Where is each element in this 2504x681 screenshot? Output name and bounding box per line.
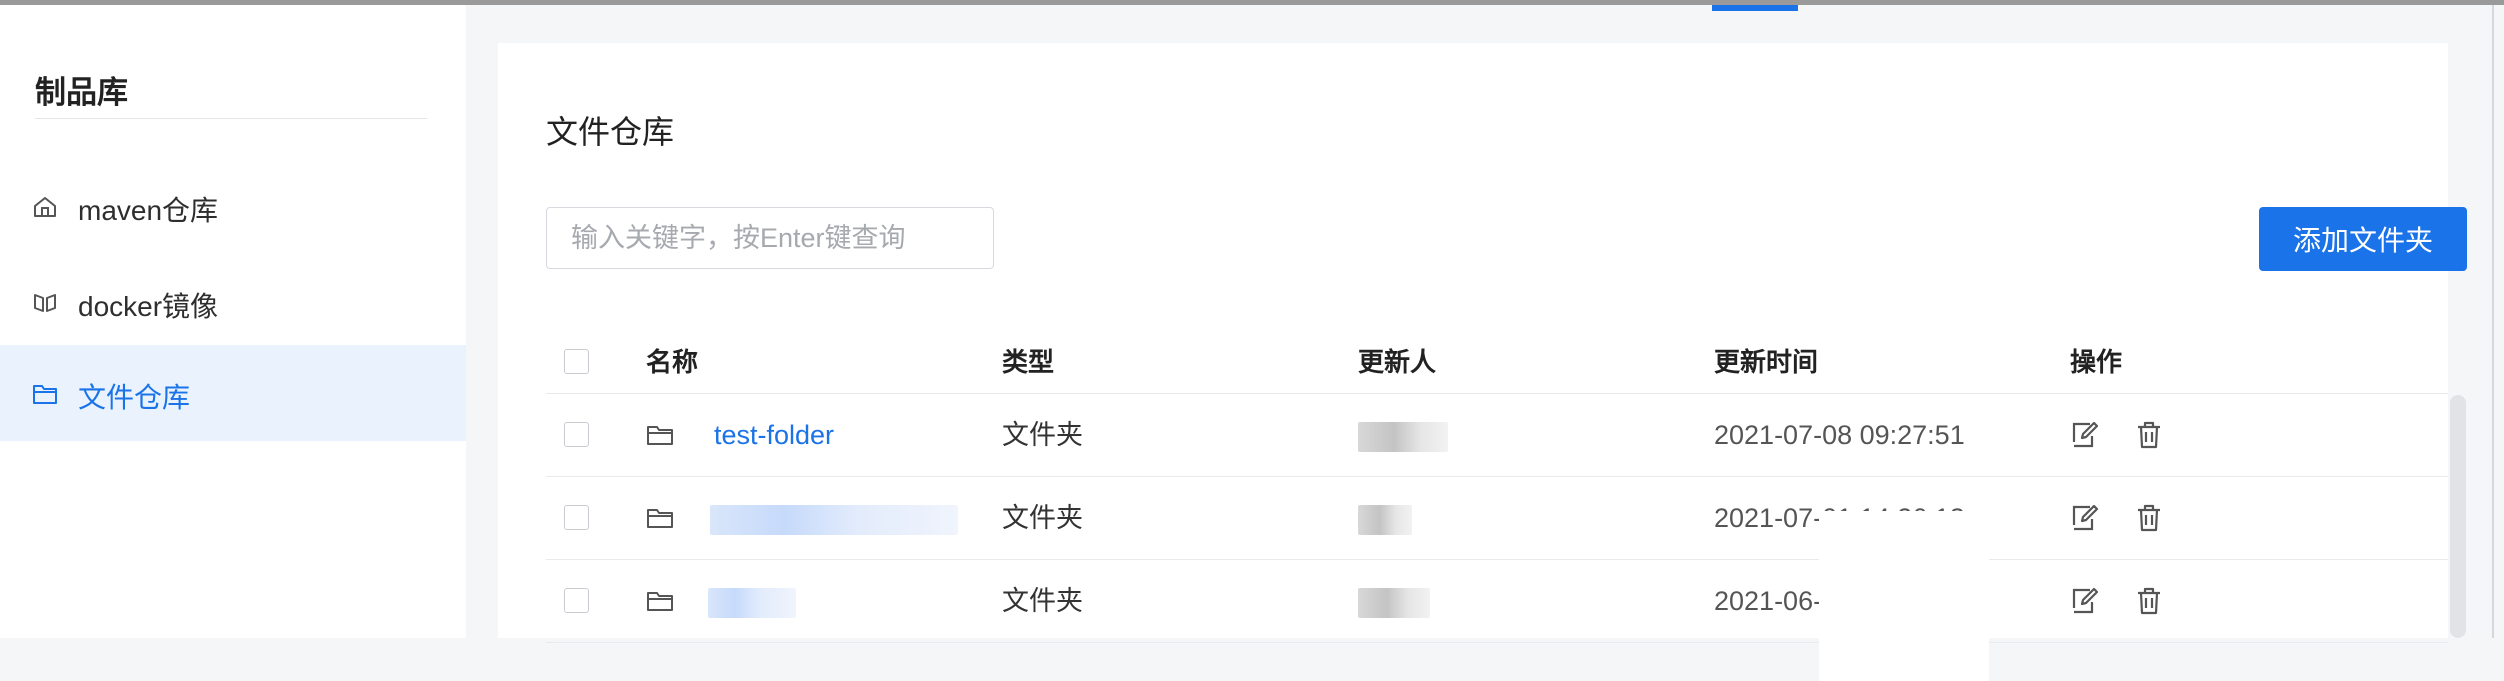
sidebar-item-label: docker镜像 (78, 291, 219, 322)
trash-icon[interactable] (2134, 503, 2164, 533)
folder-icon (647, 509, 673, 528)
column-header-type[interactable]: 类型 (1002, 331, 1054, 393)
table-row: test-folder 文件夹 2021-07-08 09:27:51 (546, 394, 2448, 477)
table-row: 文件夹 2021-06-24 09:39:13 (546, 560, 2448, 643)
trash-icon[interactable] (2134, 586, 2164, 616)
sidebar-title: 制品库 (35, 75, 128, 110)
type-cell: 文件夹 (1002, 420, 1083, 450)
column-header-updated-at[interactable]: 更新时间 (1714, 331, 1818, 393)
table-row: 文件夹 2021-07-01 14:26:13 (546, 477, 2448, 560)
type-cell: 文件夹 (1002, 586, 1083, 616)
folder-icon (33, 385, 57, 404)
type-cell: 文件夹 (1002, 503, 1083, 533)
sidebar-item-docker[interactable]: docker镜像 (0, 254, 466, 350)
redacted-updated-by (1358, 505, 1412, 535)
select-all-checkbox[interactable] (564, 349, 589, 374)
edit-icon[interactable] (2070, 586, 2100, 616)
redacted-updated-by (1358, 588, 1430, 618)
folder-icon (647, 592, 673, 611)
main-panel: 文件仓库 添加文件夹 名称 类型 更新人 更新时间 操作 test-folder… (498, 43, 2467, 681)
sidebar-item-label: 文件仓库 (78, 382, 191, 413)
table-scrollbar[interactable] (2450, 395, 2466, 638)
sidebar-item-maven[interactable]: maven仓库 (0, 158, 466, 254)
docker-icon (34, 294, 56, 312)
add-folder-button[interactable]: 添加文件夹 (2259, 207, 2467, 271)
sidebar-divider (35, 118, 427, 119)
redacted-folder-name[interactable] (710, 505, 958, 535)
row-checkbox[interactable] (564, 422, 589, 447)
redaction-overlay (1819, 511, 1989, 681)
sidebar: 制品库 maven仓库 docker镜像 文件仓库 (0, 5, 466, 638)
trash-icon[interactable] (2134, 420, 2164, 450)
window-right-border (2492, 5, 2494, 638)
edit-icon[interactable] (2070, 503, 2100, 533)
row-checkbox[interactable] (564, 588, 589, 613)
page-title: 文件仓库 (546, 114, 675, 150)
redacted-updated-by (1358, 422, 1448, 452)
sidebar-item-label: maven仓库 (78, 195, 219, 226)
column-header-actions: 操作 (2070, 347, 2123, 377)
edit-icon[interactable] (2070, 420, 2100, 450)
sidebar-item-file-repo[interactable]: 文件仓库 (0, 345, 466, 441)
column-header-name[interactable]: 名称 (646, 331, 698, 393)
table-header: 名称 类型 更新人 更新时间 操作 (546, 331, 2448, 394)
home-icon (34, 197, 56, 217)
folder-icon (647, 426, 673, 445)
updated-at-cell: 2021-07-08 09:27:51 (1714, 420, 1965, 450)
folder-name-link[interactable]: test-folder (714, 394, 834, 476)
top-tab-indicator (1712, 5, 1798, 11)
redacted-folder-name[interactable] (708, 588, 796, 618)
column-header-updated-by[interactable]: 更新人 (1358, 331, 1436, 393)
row-checkbox[interactable] (564, 505, 589, 530)
search-input[interactable] (546, 207, 994, 269)
